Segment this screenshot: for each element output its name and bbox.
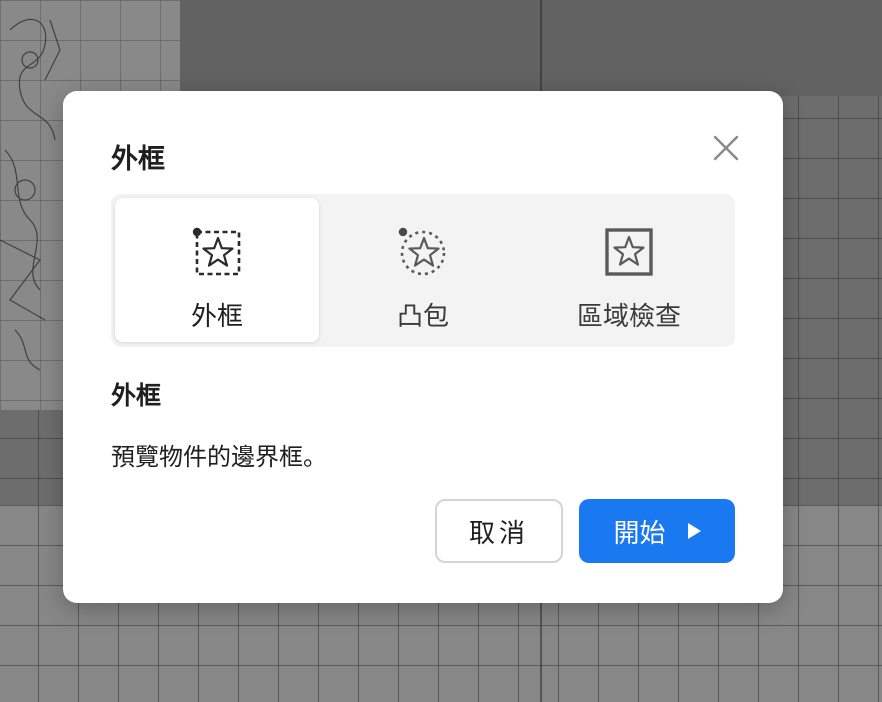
dialog-title: 外框 [111,144,165,175]
mode-selector: 外框 凸包 區域檢查 [111,194,735,347]
start-button[interactable]: 開始 [579,499,735,563]
mode-option-convex-hull[interactable]: 凸包 [321,198,525,342]
bounding-box-star-icon [192,227,241,276]
mode-option-outline[interactable]: 外框 [115,198,319,342]
region-check-star-icon [605,228,653,276]
selected-mode-heading: 外框 [111,381,162,410]
cancel-button-label: 取消 [468,518,529,549]
close-button[interactable] [709,131,743,165]
play-icon [687,523,701,539]
outline-dialog: 外框 外框 凸包 區域檢查 外框 預覽物件的邊界框。 取消 開始 [63,91,783,603]
mode-option-region-check[interactable]: 區域檢查 [527,198,731,342]
mode-label: 外框 [190,302,243,332]
close-icon [713,135,739,161]
convex-hull-star-icon [398,227,446,276]
mode-label: 凸包 [396,302,449,332]
start-button-label: 開始 [613,518,666,549]
mode-label: 區域檢查 [576,302,681,332]
cancel-button[interactable]: 取消 [435,499,563,563]
selected-mode-description: 預覽物件的邊界框。 [111,443,327,471]
